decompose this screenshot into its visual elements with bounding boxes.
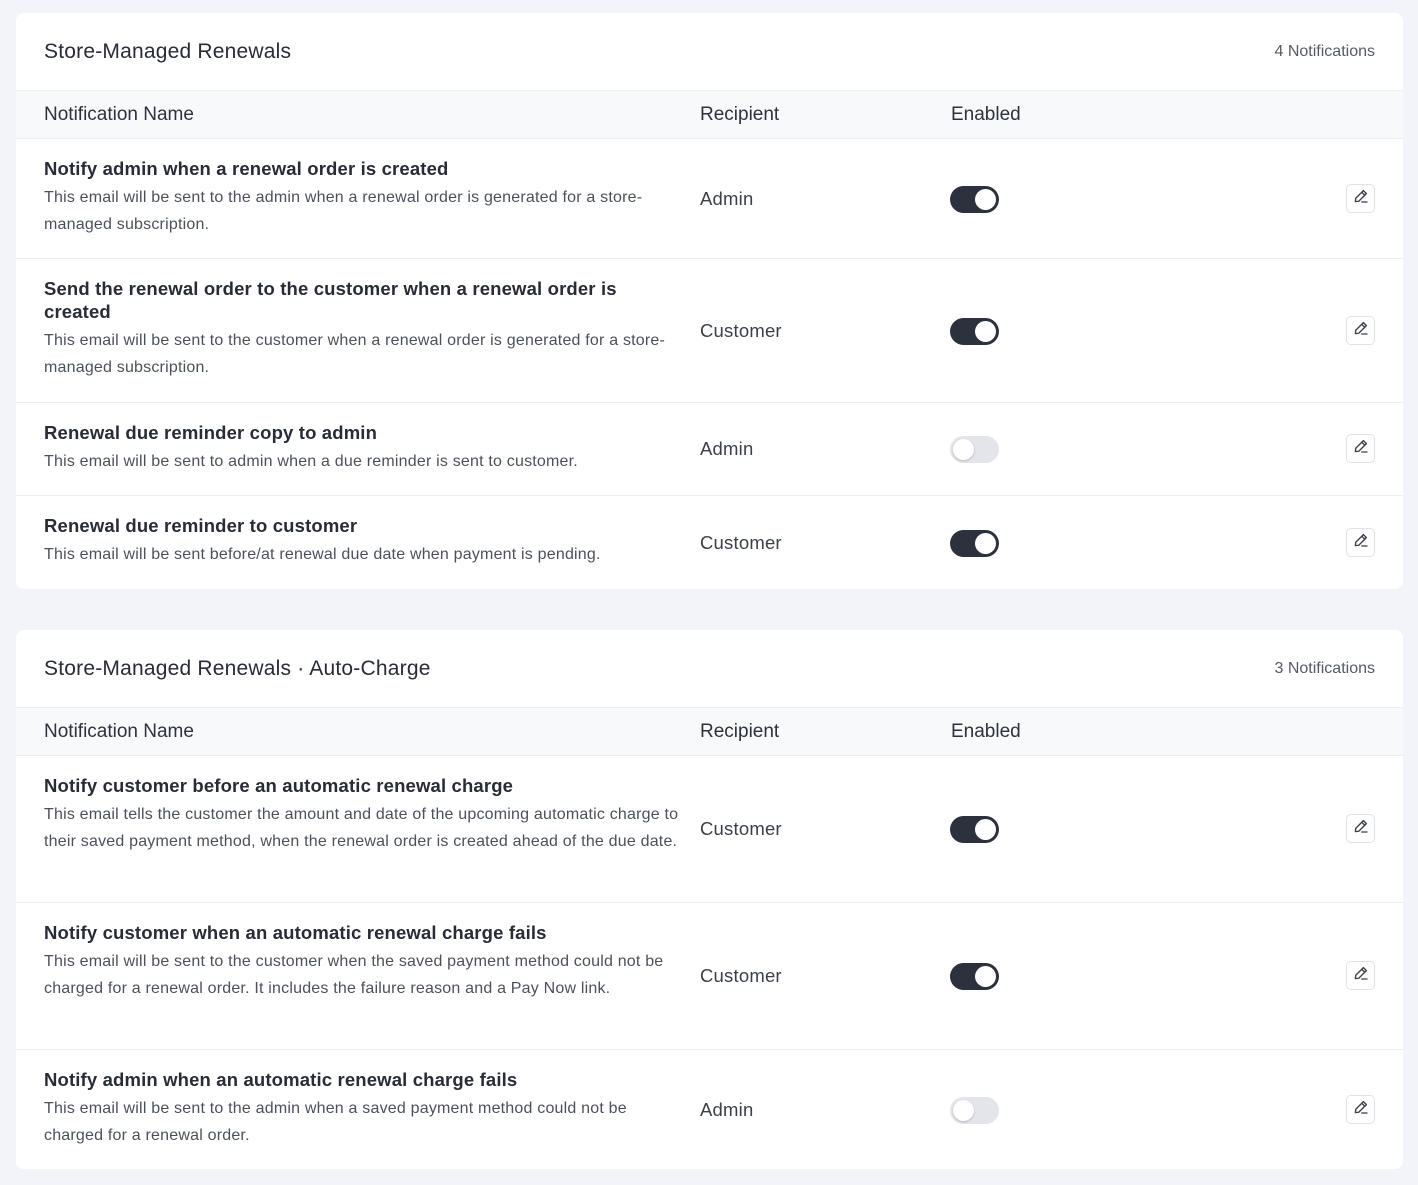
notification-title: Renewal due reminder to customer xyxy=(44,515,358,536)
toggle-knob xyxy=(975,819,996,840)
notification-description: This email will be sent to the customer … xyxy=(44,953,664,997)
edit-button[interactable] xyxy=(1346,315,1375,345)
recipient-label: Customer xyxy=(700,965,782,986)
recipient-label: Admin xyxy=(700,438,754,459)
table-header: Notification Name Recipient Enabled xyxy=(16,90,1403,139)
toggle-knob xyxy=(953,439,974,460)
notification-row: Renewal due reminder copy to admin This … xyxy=(16,403,1403,496)
enabled-toggle[interactable] xyxy=(950,529,999,557)
notification-title: Notify customer before an automatic rene… xyxy=(44,775,514,796)
notification-title: Renewal due reminder copy to admin xyxy=(44,422,378,443)
column-header-enabled: Enabled xyxy=(951,104,1021,125)
notification-count: 3 Notifications xyxy=(1274,659,1376,677)
toggle-knob xyxy=(975,320,996,342)
pencil-icon xyxy=(1352,817,1370,840)
notification-description: This email will be sent to the admin whe… xyxy=(44,1100,627,1144)
notification-row: Notify admin when a renewal order is cre… xyxy=(16,139,1403,259)
section-title: Store-Managed Renewals · Auto-Charge xyxy=(44,656,431,680)
pencil-icon xyxy=(1352,319,1370,342)
notification-row: Send the renewal order to the customer w… xyxy=(16,259,1403,403)
edit-button[interactable] xyxy=(1346,1094,1375,1124)
notification-section: Store-Managed Renewals · Auto-Charge 3 N… xyxy=(16,630,1403,1169)
column-header-recipient: Recipient xyxy=(700,721,780,742)
notification-description: This email will be sent before/at renewa… xyxy=(44,546,601,563)
table-header: Notification Name Recipient Enabled xyxy=(16,707,1403,756)
column-header-enabled: Enabled xyxy=(951,721,1021,742)
notification-count: 4 Notifications xyxy=(1274,42,1376,60)
notification-title: Notify customer when an automatic renewa… xyxy=(44,922,547,943)
pencil-icon xyxy=(1352,531,1370,554)
enabled-toggle[interactable] xyxy=(950,1096,999,1124)
enabled-toggle[interactable] xyxy=(950,317,999,345)
toggle-knob xyxy=(953,1099,974,1121)
notification-description: This email will be sent to the customer … xyxy=(44,332,666,376)
edit-button[interactable] xyxy=(1346,434,1375,463)
notification-list: Notify customer before an automatic rene… xyxy=(16,756,1403,1169)
section-header: Store-Managed Renewals 4 Notifications xyxy=(16,13,1403,90)
edit-button[interactable] xyxy=(1346,527,1375,557)
notification-description: This email tells the customer the amount… xyxy=(44,806,679,850)
edit-button[interactable] xyxy=(1346,961,1375,990)
notification-description: This email will be sent to admin when a … xyxy=(44,453,578,470)
enabled-toggle[interactable] xyxy=(950,816,999,843)
toggle-knob xyxy=(975,532,996,554)
notification-list: Notify admin when a renewal order is cre… xyxy=(16,139,1403,589)
column-header-recipient: Recipient xyxy=(700,104,780,125)
recipient-label: Customer xyxy=(700,818,782,839)
notification-title: Notify admin when a renewal order is cre… xyxy=(44,158,449,179)
section-title: Store-Managed Renewals xyxy=(44,39,292,63)
pencil-icon xyxy=(1352,187,1370,210)
notification-row: Notify admin when an automatic renewal c… xyxy=(16,1050,1403,1169)
recipient-label: Admin xyxy=(700,187,754,209)
notification-row: Notify customer when an automatic renewa… xyxy=(16,903,1403,1050)
recipient-label: Admin xyxy=(700,1098,754,1120)
enabled-toggle[interactable] xyxy=(950,185,999,213)
edit-button[interactable] xyxy=(1346,814,1375,843)
notification-section: Store-Managed Renewals 4 Notifications N… xyxy=(16,13,1403,589)
edit-button[interactable] xyxy=(1346,183,1375,213)
pencil-icon xyxy=(1352,437,1370,460)
notification-title: Notify admin when an automatic renewal c… xyxy=(44,1069,518,1090)
pencil-icon xyxy=(1352,1098,1370,1121)
notification-title: Send the renewal order to the customer w… xyxy=(44,278,617,322)
notification-row: Notify customer before an automatic rene… xyxy=(16,756,1403,903)
notification-description: This email will be sent to the admin whe… xyxy=(44,189,643,233)
column-header-name: Notification Name xyxy=(44,104,194,125)
recipient-label: Customer xyxy=(700,531,782,553)
notification-row: Renewal due reminder to customer This em… xyxy=(16,496,1403,589)
column-header-name: Notification Name xyxy=(44,721,194,742)
pencil-icon xyxy=(1352,964,1370,987)
section-header: Store-Managed Renewals · Auto-Charge 3 N… xyxy=(16,630,1403,707)
toggle-knob xyxy=(975,188,996,210)
toggle-knob xyxy=(975,966,996,987)
recipient-label: Customer xyxy=(700,319,782,341)
enabled-toggle[interactable] xyxy=(950,436,999,463)
enabled-toggle[interactable] xyxy=(950,963,999,990)
